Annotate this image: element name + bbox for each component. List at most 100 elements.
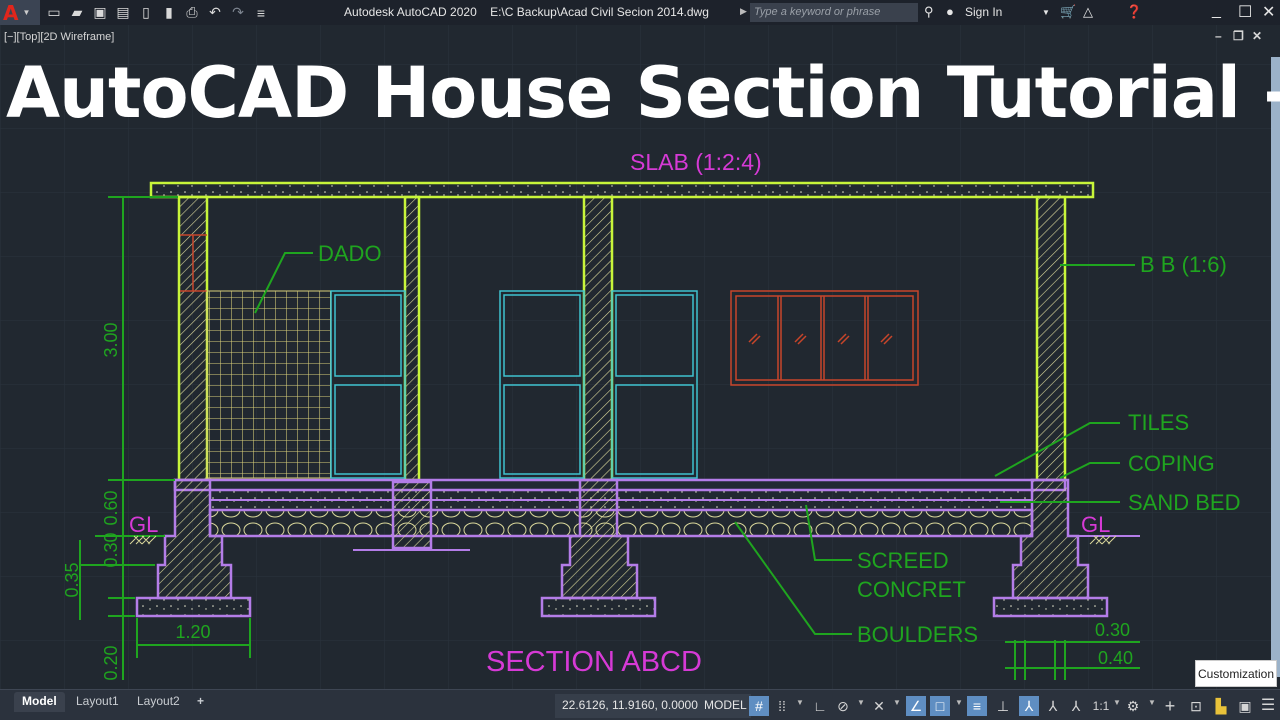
boulders-layer xyxy=(208,508,1034,538)
search-input[interactable]: Type a keyword or phrase xyxy=(750,3,918,22)
label-gl-left: GL xyxy=(129,512,158,537)
grid-icon[interactable]: # xyxy=(749,696,769,716)
sand-bed-layer xyxy=(209,499,1033,511)
footing-left xyxy=(135,596,252,618)
viewport-close-icon[interactable]: ✕ xyxy=(1252,29,1262,43)
label-gl-right: GL xyxy=(1081,512,1110,537)
footing-center xyxy=(540,596,657,618)
tab-layout1[interactable]: Layout1 xyxy=(68,692,127,712)
dim-030: 0.30 xyxy=(101,532,121,567)
viewport-controls-label[interactable]: [−][Top][2D Wireframe] xyxy=(4,31,114,43)
wall-center xyxy=(582,195,614,482)
snap-icon[interactable]: ⁞⁞ xyxy=(772,696,792,716)
label-sand-bed: SAND BED xyxy=(1128,490,1240,515)
tutorial-headline: AutoCAD House Section Tutorial - 1 xyxy=(6,52,1280,134)
save-as-icon[interactable]: ▤ xyxy=(115,4,131,21)
viewport-restore-icon[interactable]: ❐ xyxy=(1233,29,1244,43)
wall-inner-1 xyxy=(403,195,421,482)
customize-qat-icon[interactable]: ≡ xyxy=(253,5,269,21)
label-section-title: SECTION ABCD xyxy=(486,646,702,678)
slab xyxy=(149,181,1095,199)
chevron-down-icon[interactable]: ▼ xyxy=(796,698,804,707)
customization-menu-icon[interactable]: ☰ xyxy=(1258,696,1278,716)
annotation-visibility-icon[interactable]: ⅄ xyxy=(1019,696,1039,716)
label-dado: DADO xyxy=(318,241,382,266)
chevron-down-icon: ▼ xyxy=(22,8,31,17)
chevron-down-icon[interactable]: ▼ xyxy=(955,698,963,707)
quick-properties-icon[interactable]: ▙ xyxy=(1211,696,1231,716)
label-slab: SLAB (1:2:4) xyxy=(630,149,762,175)
status-bar: Model Layout1 Layout2 + 22.6126, 11.9160… xyxy=(0,689,1280,720)
workspace-gear-icon[interactable]: ⚙ xyxy=(1123,696,1143,716)
autodesk-app-icon[interactable]: △ xyxy=(1083,4,1093,20)
viewport-minimize-icon[interactable]: – xyxy=(1215,29,1222,43)
help-icon[interactable]: ❓ xyxy=(1126,4,1142,20)
dim-height: 3.00 xyxy=(101,322,121,357)
tab-layout2[interactable]: Layout2 xyxy=(129,692,188,712)
tab-model[interactable]: Model xyxy=(14,692,65,712)
floor-layers xyxy=(173,478,1067,538)
add-layout-button[interactable]: + xyxy=(189,692,212,712)
close-button[interactable]: ✕ xyxy=(1262,2,1275,22)
dim-020: 0.20 xyxy=(101,645,121,680)
lineweight-icon[interactable]: ≡ xyxy=(967,696,987,716)
cart-icon[interactable]: 🛒 xyxy=(1060,4,1076,20)
auto-scale-icon[interactable]: ⅄ xyxy=(1043,696,1063,716)
object-snap-icon[interactable]: □ xyxy=(930,696,950,716)
model-space-button[interactable]: MODEL xyxy=(700,694,751,718)
quick-access-toolbar: ▭ ▰ ▣ ▤ ▯ ▮ ⎙ ↶ ↷ ≡ xyxy=(46,4,269,21)
label-bb: B B (1:6) xyxy=(1140,252,1227,277)
title-bar: A ▼ ▭ ▰ ▣ ▤ ▯ ▮ ⎙ ↶ ↷ ≡ Autodesk AutoCAD… xyxy=(0,0,1280,25)
annotation-monitor-icon[interactable]: + xyxy=(1160,696,1180,716)
dim-plinth: 0.60 xyxy=(101,490,121,525)
object-snap-tracking-icon[interactable]: ∠ xyxy=(906,696,926,716)
label-tiles: TILES xyxy=(1128,410,1189,435)
scale-selector[interactable]: 1:1 xyxy=(1088,696,1114,716)
coordinates-readout[interactable]: 22.6126, 11.9160, 0.0000 xyxy=(555,694,705,718)
application-menu-button[interactable]: A ▼ xyxy=(0,0,40,25)
user-icon: ● xyxy=(946,4,954,19)
isometric-icon[interactable]: ✕ xyxy=(869,696,889,716)
label-screed: SCREED xyxy=(857,548,949,573)
save-to-mobile-icon[interactable]: ▮ xyxy=(161,4,177,21)
chevron-down-icon[interactable]: ▼ xyxy=(1113,698,1121,707)
label-boulders: BOULDERS xyxy=(857,622,978,647)
tooltip: Customization xyxy=(1195,660,1277,687)
redo-icon[interactable]: ↷ xyxy=(230,4,246,21)
chevron-down-icon[interactable]: ▼ xyxy=(1148,698,1156,707)
maximize-button[interactable]: ☐ xyxy=(1238,2,1252,22)
dim-right-030: 0.30 xyxy=(1095,620,1130,640)
window-title: Autodesk AutoCAD 2020 E:\C Backup\Acad C… xyxy=(344,5,709,19)
annotation-scale-icon[interactable]: ⅄ xyxy=(1066,696,1086,716)
dim-right-040: 0.40 xyxy=(1098,648,1133,668)
autocad-logo-icon: A xyxy=(3,0,19,25)
label-coping: COPING xyxy=(1128,451,1215,476)
chevron-down-icon[interactable]: ▼ xyxy=(893,698,901,707)
search-expand-icon[interactable]: ▶ xyxy=(740,6,747,17)
undo-icon[interactable]: ↶ xyxy=(207,4,223,21)
dado-tiles xyxy=(206,290,332,479)
new-icon[interactable]: ▭ xyxy=(46,4,62,21)
sign-in-button[interactable]: Sign In xyxy=(965,5,1002,19)
minimize-button[interactable]: _ xyxy=(1212,2,1221,20)
chevron-down-icon[interactable]: ▼ xyxy=(857,698,865,707)
save-icon[interactable]: ▣ xyxy=(92,4,108,21)
footing-right xyxy=(992,596,1109,618)
units-icon[interactable]: ⊡ xyxy=(1186,696,1206,716)
open-from-mobile-icon[interactable]: ▯ xyxy=(138,4,154,21)
ortho-icon[interactable]: ∟ xyxy=(810,696,830,716)
dim-width: 1.20 xyxy=(175,622,210,642)
drawing-viewport[interactable]: 3.00 0.60 0.30 0.35 0.20 1.20 0.30 0.40 … xyxy=(0,25,1280,689)
open-icon[interactable]: ▰ xyxy=(69,4,85,21)
chevron-down-icon[interactable]: ▼ xyxy=(1042,8,1050,17)
clean-screen-icon[interactable]: ▣ xyxy=(1235,696,1255,716)
label-concret: CONCRET xyxy=(857,577,966,602)
binoculars-icon[interactable]: ⚲ xyxy=(924,4,934,20)
wall-right xyxy=(1035,195,1067,482)
plot-icon[interactable]: ⎙ xyxy=(184,4,200,21)
vertical-scrollbar[interactable] xyxy=(1271,57,1280,677)
polar-tracking-icon[interactable]: ⊘ xyxy=(833,696,853,716)
screed-layer xyxy=(209,489,1033,501)
foundation-inner xyxy=(391,480,433,550)
dynamic-ucs-icon[interactable]: ⊥ xyxy=(993,696,1013,716)
